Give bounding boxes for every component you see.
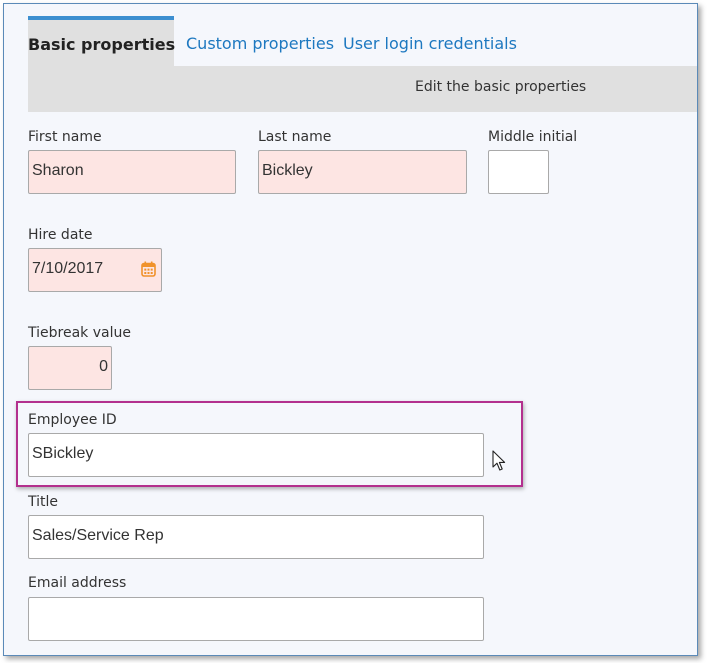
email-address-label: Email address — [28, 575, 127, 591]
tab-custom-properties[interactable]: Custom properties — [186, 16, 334, 66]
tab-user-login-credentials[interactable]: User login credentials — [343, 16, 517, 66]
middle-initial-label: Middle initial — [488, 129, 578, 145]
tab-bar: Basic properties Custom properties User … — [28, 16, 697, 66]
hire-date-field[interactable]: 7/10/2017 — [28, 248, 162, 292]
employee-id-highlight-box — [16, 401, 523, 487]
employee-properties-panel: Basic properties Custom properties User … — [3, 3, 698, 656]
mouse-pointer-icon — [492, 450, 506, 471]
email-address-field[interactable] — [28, 597, 484, 641]
hire-date-value: 7/10/2017 — [32, 260, 104, 277]
first-name-label: First name — [28, 129, 102, 145]
title-label: Title — [28, 494, 59, 510]
last-name-field[interactable]: Bickley — [258, 150, 467, 194]
hire-date-label: Hire date — [28, 227, 93, 243]
title-field[interactable]: Sales/Service Rep — [28, 515, 484, 559]
calendar-icon[interactable] — [141, 261, 156, 277]
first-name-field[interactable]: Sharon — [28, 150, 236, 194]
tiebreak-value-label: Tiebreak value — [28, 325, 131, 341]
section-header: Edit the basic properties — [28, 66, 697, 112]
middle-initial-field[interactable] — [488, 150, 549, 194]
last-name-label: Last name — [258, 129, 332, 145]
section-header-text: Edit the basic properties — [415, 79, 587, 95]
tiebreak-value-field[interactable]: 0 — [28, 346, 112, 390]
tab-basic-properties[interactable]: Basic properties — [28, 16, 175, 66]
